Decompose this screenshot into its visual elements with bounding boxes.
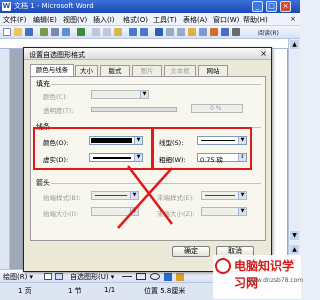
columns-icon[interactable] — [199, 28, 207, 36]
menu-bar: 文件(F) 编辑(E) 视图(V) 插入(I) 格式(O) 工具(T) 表格(A… — [0, 13, 300, 26]
status-section: 1 节 — [68, 287, 82, 295]
watermark-url: www.dnzsb78.com — [247, 277, 304, 284]
insert-excel-icon[interactable] — [188, 28, 196, 36]
hyperlink-icon[interactable] — [155, 28, 163, 36]
reading-mode-button[interactable]: 阅读(R) — [258, 28, 279, 37]
menu-tools[interactable]: 工具(T) — [153, 15, 177, 25]
menu-table[interactable]: 表格(A) — [183, 15, 207, 25]
drawing-icon[interactable] — [210, 28, 218, 36]
tab-colors-and-lines[interactable]: 颜色与线条 — [30, 64, 74, 76]
vertical-ruler[interactable] — [0, 49, 10, 269]
window-title: 文档 1 - Microsoft Word — [14, 2, 94, 10]
red-cross-annotation-icon — [117, 165, 173, 229]
menu-view[interactable]: 视图(V) — [63, 15, 87, 25]
menu-help[interactable]: 帮助(H) — [243, 15, 268, 25]
site-watermark: 电脑知识学习网 www.dnzsb78.com — [213, 255, 304, 299]
open-folder-icon[interactable] — [14, 28, 22, 36]
spelling-icon[interactable] — [77, 28, 85, 36]
status-page: 1 页 — [18, 287, 32, 295]
oval-tool-icon[interactable] — [150, 273, 160, 280]
scroll-down-icon[interactable]: ▼ — [290, 231, 299, 240]
previous-page-icon[interactable]: ▲ — [290, 245, 299, 254]
menu-insert[interactable]: 插入(I) — [93, 15, 115, 25]
insert-table-icon[interactable] — [177, 28, 185, 36]
select-objects-icon[interactable] — [44, 273, 52, 280]
minimize-button[interactable]: _ — [252, 1, 263, 12]
menu-format[interactable]: 格式(O) — [123, 15, 148, 25]
wordart-tool-icon[interactable] — [176, 273, 184, 281]
vertical-scrollbar[interactable]: ▲ ▼ ▲ ▼ — [288, 39, 300, 269]
standard-toolbar: 阅读(R) — [0, 26, 300, 39]
save-icon[interactable] — [25, 28, 33, 36]
word-app-icon: W — [2, 2, 11, 11]
menu-edit[interactable]: 编辑(E) — [33, 15, 57, 25]
watermark-logo-icon — [215, 258, 231, 274]
copy-icon[interactable] — [103, 28, 111, 36]
print-preview-icon[interactable] — [62, 28, 70, 36]
cut-icon[interactable] — [92, 28, 100, 36]
rectangle-tool-icon[interactable] — [136, 273, 146, 280]
format-autoshape-dialog: 设置自选图形格式 × 颜色与线条 大小 版式 图片 文本框 网站 填充 颜色(C… — [23, 47, 272, 272]
line-tool-icon[interactable] — [122, 276, 132, 277]
document-map-icon[interactable] — [221, 28, 229, 36]
word-title-bar: W 文档 1 - Microsoft Word _ □ × — [0, 0, 300, 13]
autoshapes-menu-button[interactable]: 自选图形(U) ▾ — [70, 272, 114, 282]
print-icon[interactable] — [51, 28, 59, 36]
close-document-icon[interactable]: × — [290, 15, 296, 23]
maximize-button[interactable]: □ — [266, 1, 277, 12]
draw-menu-button[interactable]: 绘图(R) ▾ — [3, 272, 33, 282]
undo-icon[interactable] — [129, 28, 137, 36]
menu-window[interactable]: 窗口(W) — [213, 15, 239, 25]
status-page-of: 1/1 — [104, 286, 116, 294]
menu-file[interactable]: 文件(F) — [3, 15, 27, 25]
new-document-icon[interactable] — [3, 28, 11, 36]
paste-icon[interactable] — [114, 28, 122, 36]
redo-icon[interactable] — [140, 28, 148, 36]
textbox-tool-icon[interactable] — [164, 273, 172, 281]
status-position: 位置 5.8厘米 — [144, 287, 186, 295]
tables-borders-icon[interactable] — [166, 28, 174, 36]
scroll-up-icon[interactable]: ▲ — [290, 40, 299, 49]
permission-icon[interactable] — [40, 28, 48, 36]
close-window-button[interactable]: × — [280, 1, 291, 12]
watermark-brand: 电脑知识学习网 — [234, 259, 295, 290]
show-hide-icon[interactable] — [232, 28, 240, 36]
rotate-icon[interactable] — [55, 273, 63, 280]
